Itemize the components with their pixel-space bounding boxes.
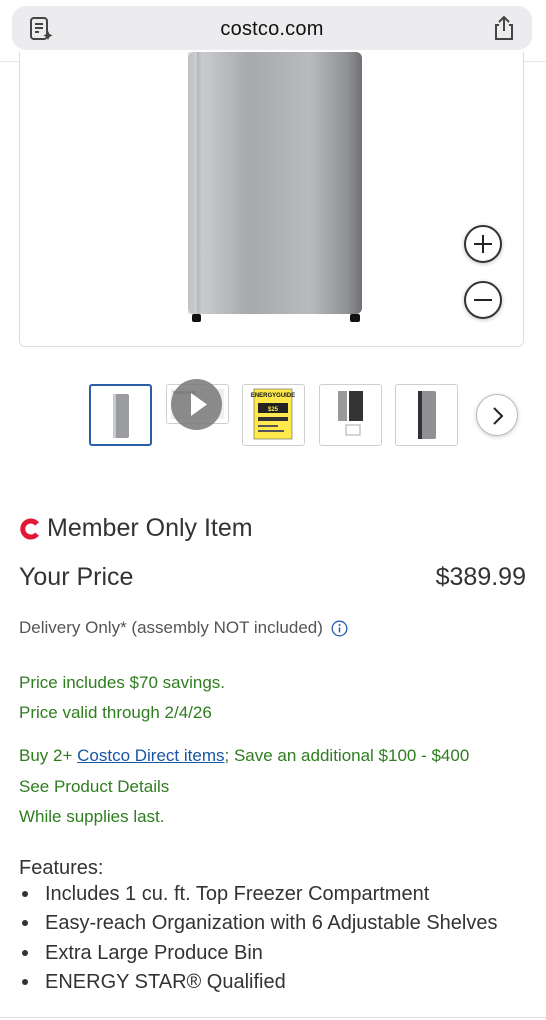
url-text[interactable]: costco.com xyxy=(12,18,532,41)
feature-item: ENERGY STAR® Qualified xyxy=(19,970,497,999)
feature-text: Extra Large Produce Bin xyxy=(45,941,263,964)
fridge-thumbnail-image xyxy=(113,394,129,438)
thumbnail-side-view[interactable] xyxy=(395,384,458,446)
side-fridge-image xyxy=(418,391,436,439)
valid-through-text: Price valid through 2/4/26 xyxy=(19,703,212,722)
promo-suffix: ; Save an additional $100 - $400 xyxy=(224,746,470,765)
zoom-out-button[interactable] xyxy=(464,281,502,319)
feature-item: Includes 1 cu. ft. Top Freezer Compartme… xyxy=(19,882,497,911)
see-product-details-link[interactable]: See Product Details xyxy=(19,777,169,797)
info-icon[interactable] xyxy=(331,620,348,637)
share-icon[interactable] xyxy=(492,15,516,41)
feature-item: Easy-reach Organization with 6 Adjustabl… xyxy=(19,911,497,940)
zoom-in-button[interactable] xyxy=(464,225,502,263)
features-list: Includes 1 cu. ft. Top Freezer Compartme… xyxy=(19,882,497,999)
divider xyxy=(0,1017,546,1018)
supplies-text: While supplies last. xyxy=(19,807,165,826)
chevron-right-icon xyxy=(493,407,504,425)
bullet-icon xyxy=(22,920,28,927)
video-play-button[interactable] xyxy=(171,379,222,430)
svg-text:ENERGYGUIDE: ENERGYGUIDE xyxy=(251,393,295,399)
bullet-icon xyxy=(22,891,28,897)
address-bar[interactable]: costco.com xyxy=(12,6,532,50)
feature-text: Easy-reach Organization with 6 Adjustabl… xyxy=(45,912,498,935)
plus-icon xyxy=(474,235,492,253)
costco-direct-link[interactable]: Costco Direct items xyxy=(77,746,224,765)
minus-icon xyxy=(474,299,492,301)
price-label: Your Price xyxy=(19,563,134,591)
costco-logo-icon xyxy=(20,518,39,539)
thumbnail-front[interactable] xyxy=(89,384,152,446)
price-value: $389.99 xyxy=(435,563,526,591)
savings-text: Price includes $70 savings. xyxy=(19,673,226,692)
feature-text: ENERGY STAR® Qualified xyxy=(45,970,286,993)
member-only-label: Member Only Item xyxy=(47,514,253,542)
open-fridge-image xyxy=(338,391,363,436)
promo-text: Buy 2+ Costco Direct items; Save an addi… xyxy=(19,746,469,766)
features-title: Features: xyxy=(19,857,104,879)
feature-item: Extra Large Produce Bin xyxy=(19,941,497,970)
bullet-icon xyxy=(22,978,28,985)
svg-text:$25: $25 xyxy=(268,407,279,413)
member-only-row: Member Only Item xyxy=(19,514,253,543)
product-image-viewer[interactable] xyxy=(19,52,524,347)
thumbnail-energy-guide[interactable]: ENERGYGUIDE $25 xyxy=(242,384,305,446)
feature-text: Includes 1 cu. ft. Top Freezer Compartme… xyxy=(45,883,430,905)
delivery-note: Delivery Only* (assembly NOT included) xyxy=(19,618,348,638)
delivery-text: Delivery Only* (assembly NOT included) xyxy=(19,618,323,637)
thumbnail-next-button[interactable] xyxy=(476,394,518,436)
energy-guide-image: ENERGYGUIDE $25 xyxy=(251,388,295,440)
promo-prefix: Buy 2+ xyxy=(19,746,78,765)
product-image xyxy=(188,52,362,322)
thumbnail-open-view[interactable] xyxy=(319,384,382,446)
bullet-icon xyxy=(22,949,28,956)
play-icon xyxy=(191,393,207,416)
